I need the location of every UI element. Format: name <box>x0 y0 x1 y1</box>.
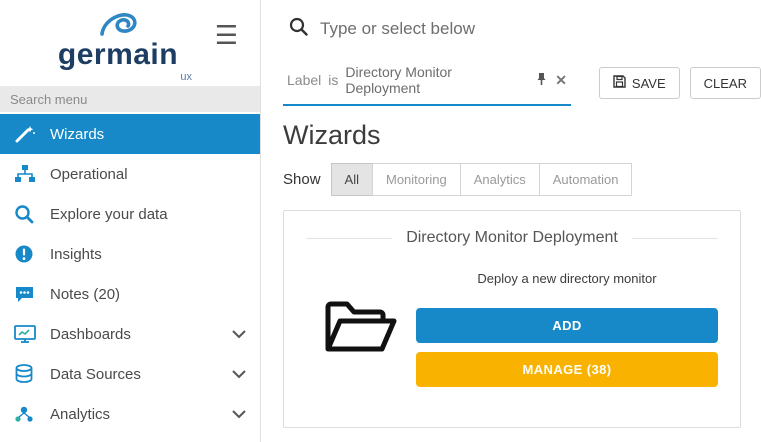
sidebar-item-label: Notes (20) <box>50 286 120 303</box>
card-body: Deploy a new directory monitor ADD MANAG… <box>306 271 718 387</box>
wizard-card: Directory Monitor Deployment Deploy a ne… <box>283 210 741 428</box>
chevron-down-icon[interactable] <box>232 370 246 379</box>
sidebar-item-label: Dashboards <box>50 326 131 343</box>
sitemap-icon <box>14 163 40 185</box>
chat-bubble-icon <box>14 283 40 305</box>
clear-button[interactable]: CLEAR <box>690 67 761 99</box>
sidebar-item-label: Data Sources <box>50 366 141 383</box>
open-folder-icon <box>324 299 398 355</box>
hamburger-menu-icon[interactable]: ☰ <box>215 22 238 48</box>
show-label: Show <box>283 171 321 188</box>
chevron-down-icon[interactable] <box>232 410 246 419</box>
germain-logo: germain ux <box>38 8 198 83</box>
sidebar-item-label: Wizards <box>50 126 104 143</box>
manage-button[interactable]: MANAGE (38) <box>416 352 718 387</box>
search-icon <box>14 203 40 225</box>
clear-button-label: CLEAR <box>704 76 747 91</box>
sidebar-item-wizards[interactable]: Wizards <box>0 114 260 154</box>
search-icon <box>289 17 308 41</box>
sidebar-item-analytics[interactable]: Analytics <box>0 394 260 434</box>
global-search-input[interactable] <box>320 19 700 39</box>
alert-circle-icon <box>14 243 40 265</box>
card-right: Deploy a new directory monitor ADD MANAG… <box>416 271 718 387</box>
sidebar-item-data-sources[interactable]: Data Sources <box>0 354 260 394</box>
analytics-icon <box>14 403 40 425</box>
logo-sub-text: ux <box>38 71 198 83</box>
logo-text: germain <box>38 40 198 70</box>
page-title: Wizards <box>283 120 761 151</box>
germain-swirl-icon <box>96 8 140 40</box>
sidebar-item-label: Analytics <box>50 406 110 423</box>
sidebar-item-label: Explore your data <box>50 206 168 223</box>
add-button[interactable]: ADD <box>416 308 718 343</box>
chevron-down-icon[interactable] <box>232 330 246 339</box>
save-icon <box>613 75 626 91</box>
sidebar-search-input[interactable] <box>0 86 260 112</box>
pin-icon[interactable] <box>535 72 548 88</box>
sidebar: germain ux ☰ Wizards <box>0 0 261 442</box>
filter-row: Label is Directory Monitor Deployment ✕ <box>283 60 761 106</box>
filter-operator: is <box>328 72 338 88</box>
tab-monitoring[interactable]: Monitoring <box>372 163 461 196</box>
sidebar-item-label: Insights <box>50 246 102 263</box>
filter-actions: SAVE CLEAR <box>599 67 761 99</box>
card-title-row: Directory Monitor Deployment <box>306 229 718 247</box>
card-title: Directory Monitor Deployment <box>406 229 618 247</box>
filter-field: Label <box>287 72 321 88</box>
global-search-bar <box>283 0 761 52</box>
wand-icon <box>14 123 40 145</box>
filter-chip[interactable]: Label is Directory Monitor Deployment ✕ <box>283 60 571 106</box>
main-content: Label is Directory Monitor Deployment ✕ <box>261 0 761 442</box>
sidebar-item-notes[interactable]: Notes (20) <box>0 274 260 314</box>
folder-icon-wrap <box>306 271 416 355</box>
monitor-icon <box>14 323 40 345</box>
logo-area: germain ux ☰ <box>0 0 260 86</box>
save-button-label: SAVE <box>632 76 666 91</box>
sidebar-nav: Wizards Operational <box>0 114 260 434</box>
tab-analytics[interactable]: Analytics <box>460 163 540 196</box>
sidebar-item-operational[interactable]: Operational <box>0 154 260 194</box>
database-icon <box>14 363 40 385</box>
show-filter-row: Show All Monitoring Analytics Automation <box>283 163 761 196</box>
card-description: Deploy a new directory monitor <box>416 271 718 286</box>
save-button[interactable]: SAVE <box>599 67 680 99</box>
sidebar-item-dashboards[interactable]: Dashboards <box>0 314 260 354</box>
category-tabs: All Monitoring Analytics Automation <box>331 163 633 196</box>
close-icon[interactable]: ✕ <box>555 73 567 87</box>
sidebar-item-insights[interactable]: Insights <box>0 234 260 274</box>
tab-automation[interactable]: Automation <box>539 163 633 196</box>
app-window: germain ux ☰ Wizards <box>0 0 761 442</box>
sidebar-item-label: Operational <box>50 166 128 183</box>
tab-all[interactable]: All <box>331 163 373 196</box>
sidebar-item-explore[interactable]: Explore your data <box>0 194 260 234</box>
filter-value: Directory Monitor Deployment <box>345 64 528 96</box>
